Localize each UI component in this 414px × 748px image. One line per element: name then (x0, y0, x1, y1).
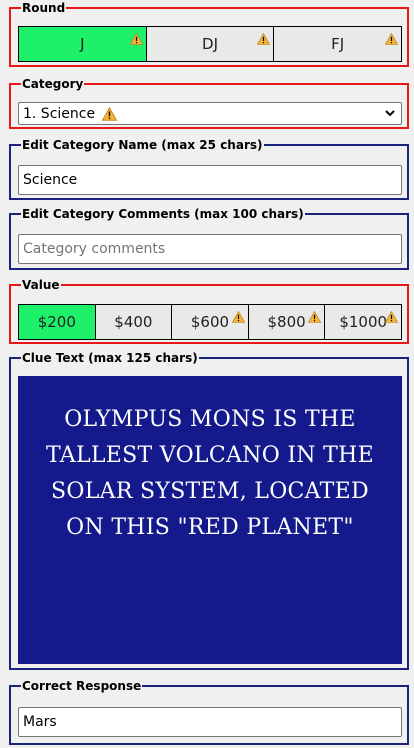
clue-board[interactable]: Olympus Mons is the tallest volcano in t… (18, 376, 402, 664)
round-option-label: J (80, 35, 85, 53)
edit-category-name-fieldset: Edit Category Name (max 25 chars) Scienc… (9, 139, 409, 200)
correct-response-input[interactable]: Mars (18, 707, 402, 737)
warning-icon (257, 31, 271, 49)
round-option-j[interactable]: J (19, 27, 147, 61)
edit-category-comments-legend: Edit Category Comments (max 100 chars) (22, 207, 304, 221)
warning-icon (102, 106, 118, 121)
warning-icon (385, 31, 399, 49)
edit-category-name-legend: Edit Category Name (max 25 chars) (22, 138, 263, 152)
value-option-label: $600 (190, 313, 230, 331)
warning-icon (129, 31, 143, 49)
clue-text-legend: Clue Text (max 125 chars) (22, 351, 198, 365)
category-name-input[interactable]: Science (18, 165, 402, 195)
value-option-400[interactable]: $400 (95, 305, 173, 339)
round-option-dj[interactable]: DJ (146, 27, 275, 61)
value-fieldset: Value $200 $400 $600 $800 $1000 (9, 279, 409, 344)
clue-text-fieldset: Clue Text (max 125 chars) Olympus Mons i… (9, 352, 409, 670)
category-select[interactable]: 1. Science (18, 102, 402, 125)
round-option-label: DJ (202, 35, 218, 53)
category-comments-input[interactable]: Category comments (18, 234, 402, 264)
clue-text: Olympus Mons is the tallest volcano in t… (46, 407, 374, 540)
value-selector: $200 $400 $600 $800 $1000 (18, 304, 402, 340)
category-selected-label: 1. Science (23, 105, 96, 122)
correct-response-legend: Correct Response (22, 679, 142, 693)
value-option-label: $1000 (339, 313, 388, 331)
warning-icon (308, 309, 322, 327)
round-option-fj[interactable]: FJ (274, 27, 402, 61)
correct-response-fieldset: Correct Response Mars (9, 680, 409, 745)
category-legend: Category (22, 77, 84, 91)
warning-icon (384, 309, 398, 327)
category-fieldset: Category 1. Science (9, 78, 409, 129)
chevron-down-icon (384, 107, 396, 123)
warning-icon (231, 309, 245, 327)
value-option-600[interactable]: $600 (172, 305, 249, 339)
edit-category-comments-fieldset: Edit Category Comments (max 100 chars) C… (9, 208, 409, 270)
round-legend: Round (22, 1, 66, 15)
value-option-label: $400 (114, 313, 153, 331)
value-option-800[interactable]: $800 (248, 305, 326, 339)
round-selector: J DJ FJ (18, 26, 402, 62)
value-option-label: $800 (267, 313, 306, 331)
value-legend: Value (22, 278, 60, 292)
round-option-label: FJ (331, 35, 345, 53)
value-option-200[interactable]: $200 (19, 305, 96, 339)
value-option-1000[interactable]: $1000 (325, 305, 401, 339)
value-option-label: $200 (37, 313, 76, 331)
round-fieldset: Round J DJ FJ (9, 2, 409, 67)
